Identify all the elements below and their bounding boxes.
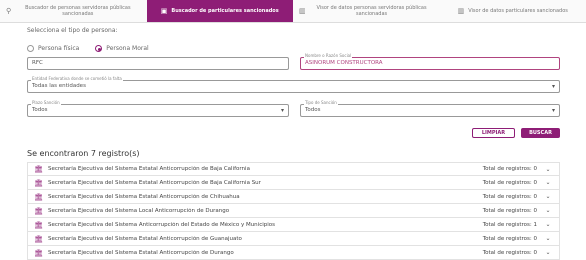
list-item[interactable]: 🏛 Secretaría Ejecutiva del Sistema Antic…: [27, 218, 560, 232]
institution-name: Secretaría Ejecutiva del Sistema Local A…: [48, 208, 459, 214]
record-total: Total de registros: 0: [459, 166, 543, 172]
chevron-down-icon[interactable]: ⌄: [543, 179, 553, 186]
person-type-prompt: Selecciona el tipo de persona:: [27, 27, 118, 34]
dropdown-arrow-icon: ▾: [552, 107, 555, 114]
razon-social-input[interactable]: Nombre o Razón Social ASINORUM CONSTRUCT…: [300, 57, 560, 70]
tab-label: Visor de datos particulares sancionados: [468, 8, 568, 14]
tab-visor-servidores[interactable]: ▥ Visor de datos personas servidoras púb…: [293, 0, 440, 22]
chevron-down-icon[interactable]: ⌄: [543, 249, 553, 256]
record-total: Total de registros: 0: [459, 194, 543, 200]
radio-label: Persona física: [38, 45, 79, 52]
chevron-down-icon[interactable]: ⌄: [543, 166, 553, 173]
radio-persona-moral[interactable]: Persona Moral: [95, 45, 148, 52]
clear-button[interactable]: LIMPIAR: [472, 128, 515, 138]
list-item[interactable]: 🏛 Secretaría Ejecutiva del Sistema Estat…: [27, 232, 560, 246]
briefcase-icon: ▣: [161, 8, 168, 14]
tab-label: Buscador de personas servidoras públicas…: [15, 5, 140, 17]
plazo-label: Plazo Sanción: [31, 100, 61, 105]
record-total: Total de registros: 0: [459, 180, 543, 186]
list-item[interactable]: 🏛 Secretaría Ejecutiva del Sistema Estat…: [27, 246, 560, 260]
results-list: 🏛 Secretaría Ejecutiva del Sistema Estat…: [27, 162, 560, 260]
tab-particulares-sancionados[interactable]: ▣ Buscador de particulares sancionados: [147, 0, 294, 22]
list-item[interactable]: 🏛 Secretaría Ejecutiva del Sistema Local…: [27, 204, 560, 218]
chevron-down-icon[interactable]: ⌄: [543, 207, 553, 214]
razon-social-label: Nombre o Razón Social: [304, 53, 352, 58]
people-search-icon: ⚲: [6, 8, 11, 14]
rfc-input[interactable]: RFC: [27, 57, 289, 70]
razon-social-value: ASINORUM CONSTRUCTORA: [305, 60, 555, 66]
building-icon: 🏛: [34, 193, 48, 201]
building-icon: 🏛: [34, 221, 48, 229]
tipo-sancion-label: Tipo de Sanción: [304, 100, 338, 105]
chevron-down-icon[interactable]: ⌄: [543, 193, 553, 200]
dropdown-arrow-icon: ▾: [552, 83, 555, 90]
chevron-down-icon[interactable]: ⌄: [543, 235, 553, 242]
list-item[interactable]: 🏛 Secretaría Ejecutiva del Sistema Estat…: [27, 176, 560, 190]
radio-persona-fisica[interactable]: Persona física: [27, 45, 79, 52]
search-button[interactable]: BUSCAR: [521, 128, 560, 138]
plazo-select[interactable]: Plazo Sanción Todos ▾: [27, 104, 289, 117]
record-total: Total de registros: 0: [459, 208, 543, 214]
list-item[interactable]: 🏛 Secretaría Ejecutiva del Sistema Estat…: [27, 190, 560, 204]
building-icon: 🏛: [34, 179, 48, 187]
record-total: Total de registros: 0: [459, 236, 543, 242]
tab-servidores-sancionados[interactable]: ⚲ Buscador de personas servidoras públic…: [0, 0, 147, 22]
entidad-label: Entidad Federativa donde se cometió la f…: [31, 76, 123, 81]
radio-label: Persona Moral: [106, 45, 148, 52]
radio-circle-selected: [95, 45, 102, 52]
tab-bar: ⚲ Buscador de personas servidoras públic…: [0, 0, 586, 23]
building-icon: 🏛: [34, 207, 48, 215]
institution-name: Secretaría Ejecutiva del Sistema Anticor…: [48, 222, 459, 228]
tab-label: Buscador de particulares sancionados: [171, 8, 278, 14]
bar-chart-icon: ▥: [458, 8, 465, 14]
record-total: Total de registros: 0: [459, 250, 543, 256]
chevron-down-icon[interactable]: ⌄: [543, 221, 553, 228]
institution-name: Secretaría Ejecutiva del Sistema Estatal…: [48, 194, 459, 200]
entidad-value: Todas las entidades: [32, 83, 555, 89]
results-count: Se encontraron 7 registro(s): [27, 149, 140, 158]
radio-circle: [27, 45, 34, 52]
institution-name: Secretaría Ejecutiva del Sistema Estatal…: [48, 166, 459, 172]
tipo-sancion-select[interactable]: Tipo de Sanción Todos ▾: [300, 104, 560, 117]
institution-name: Secretaría Ejecutiva del Sistema Estatal…: [48, 180, 459, 186]
tab-visor-particulares[interactable]: ▥ Visor de datos particulares sancionado…: [440, 0, 586, 22]
record-total: Total de registros: 1: [459, 222, 543, 228]
list-item[interactable]: 🏛 Secretaría Ejecutiva del Sistema Estat…: [27, 162, 560, 176]
plazo-value: Todos: [32, 107, 284, 113]
tab-label: Visor de datos personas servidoras públi…: [310, 5, 434, 17]
entidad-select[interactable]: Entidad Federativa donde se cometió la f…: [27, 80, 560, 93]
building-icon: 🏛: [34, 249, 48, 257]
institution-name: Secretaría Ejecutiva del Sistema Estatal…: [48, 236, 459, 242]
bar-chart-icon: ▥: [299, 8, 306, 14]
building-icon: 🏛: [34, 235, 48, 243]
rfc-value: RFC: [32, 60, 284, 66]
building-icon: 🏛: [34, 165, 48, 173]
dropdown-arrow-icon: ▾: [281, 107, 284, 114]
tipo-sancion-value: Todos: [305, 107, 555, 113]
person-type-radio-group: Persona física Persona Moral: [27, 45, 149, 52]
institution-name: Secretaría Ejecutiva del Sistema Estatal…: [48, 250, 459, 256]
